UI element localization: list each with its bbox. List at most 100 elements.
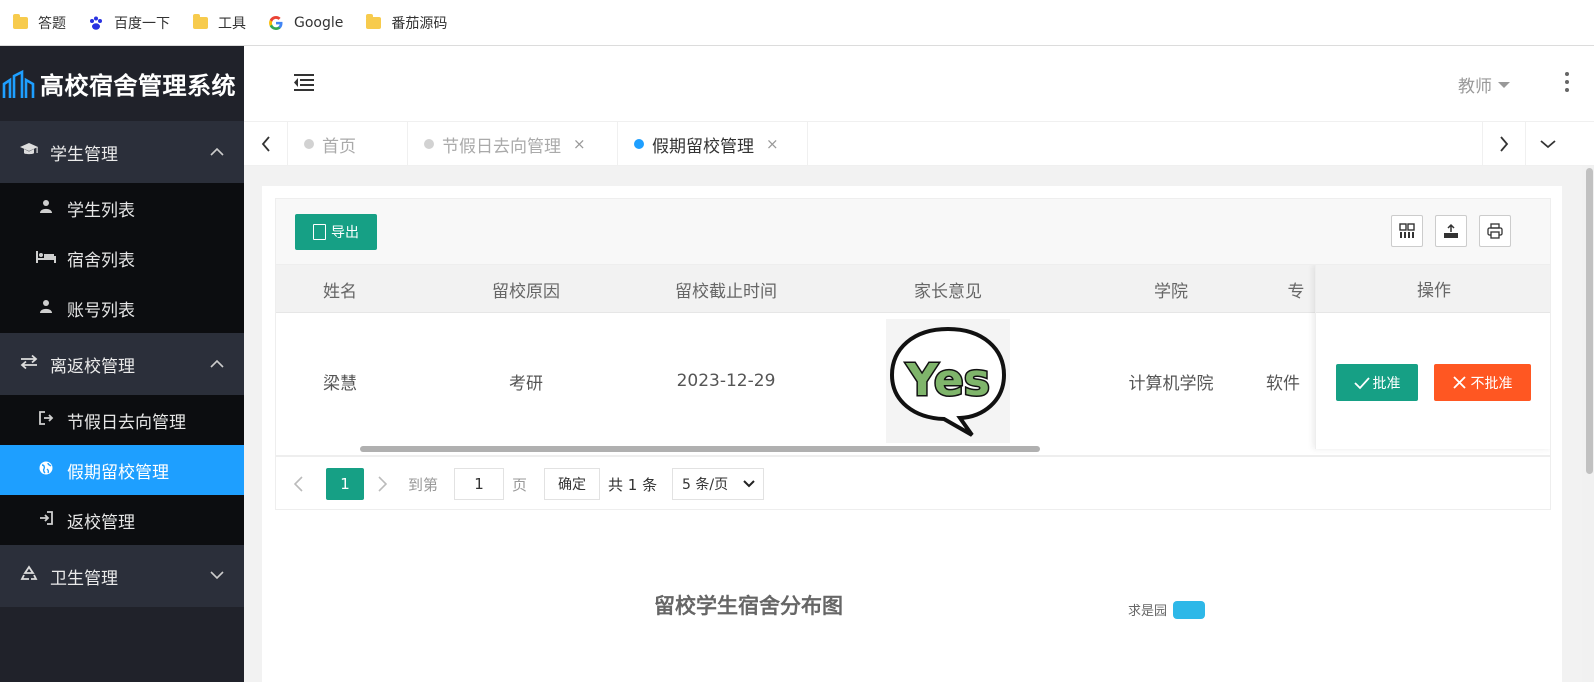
column-header-parent-opinion: 家长意见 [914, 281, 982, 302]
sidebar-item-student-list[interactable]: 学生列表 [0, 183, 244, 233]
approve-label: 批准 [1372, 374, 1401, 391]
tabs-menu-button[interactable] [1526, 122, 1570, 166]
chevron-down-icon [210, 568, 224, 584]
sidebar: 高校宿舍管理系统 学生管理 学生列表 宿舍列表 账号列表 离返校管理 节假日去向… [0, 46, 244, 682]
print-icon [1487, 223, 1503, 239]
cell-parent-opinion: Yes [876, 313, 1020, 449]
reject-label: 不批准 [1470, 374, 1513, 391]
bookmark-label: 工具 [218, 15, 246, 32]
goto-label: 到第 [408, 475, 439, 494]
baidu-icon [88, 15, 104, 31]
cell-name: 梁慧 [323, 373, 357, 394]
bookmark-label: 番茄源码 [391, 15, 448, 32]
sidebar-item-label: 假期留校管理 [67, 462, 169, 483]
next-page-button[interactable] [378, 457, 387, 511]
approve-button[interactable]: 批准 [1336, 364, 1418, 401]
sidebar-item-label: 账号列表 [67, 300, 135, 321]
column-header-college: 学院 [1154, 281, 1188, 302]
print-button[interactable] [1479, 215, 1511, 247]
page-scrollbar-thumb[interactable] [1586, 168, 1593, 474]
legend-swatch [1173, 600, 1206, 619]
column-header-reason: 留校原因 [492, 281, 560, 302]
sign-out-icon [36, 411, 56, 429]
menu-group-student[interactable]: 学生管理 [0, 121, 244, 183]
menu-group-hygiene[interactable]: 卫生管理 [0, 545, 244, 607]
bookmark-label: 答题 [38, 15, 66, 32]
tab-dot [424, 139, 434, 149]
bookmark-dati[interactable]: 答题 [12, 13, 66, 33]
sidebar-item-holiday-stay[interactable]: 假期留校管理 [0, 445, 244, 495]
user-role-label: 教师 [1458, 77, 1492, 97]
more-vertical-icon[interactable] [1564, 72, 1570, 92]
tab-holiday-destination[interactable]: 节假日去向管理 × [408, 122, 618, 166]
chevron-down-icon [1540, 140, 1556, 149]
legend-label: 求是园 [1128, 604, 1168, 619]
page-size-select[interactable]: 5 条/页 [672, 468, 764, 500]
chevron-right-icon [1500, 136, 1509, 152]
action-column: 操作 批准 不批准 [1315, 265, 1550, 449]
bookmark-tools[interactable]: 工具 [192, 13, 246, 33]
menu-group-leave-return[interactable]: 离返校管理 [0, 333, 244, 395]
prev-page-button[interactable] [294, 457, 303, 511]
bookmark-baidu[interactable]: 百度一下 [88, 13, 170, 33]
bookmark-fanqie[interactable]: 番茄源码 [365, 13, 447, 33]
column-header-actions: 操作 [1316, 265, 1550, 313]
tabs-next-button[interactable] [1482, 122, 1526, 166]
page-unit-label: 页 [512, 475, 528, 494]
tabs-prev-button[interactable] [244, 122, 288, 166]
columns-icon [1399, 223, 1415, 238]
sidebar-item-account-list[interactable]: 账号列表 [0, 283, 244, 333]
export-tool-button[interactable] [1435, 215, 1467, 247]
export-button[interactable]: 导出 [295, 214, 377, 250]
current-page[interactable]: 1 [326, 468, 364, 500]
tab-dot [634, 139, 644, 149]
goto-page-input[interactable] [454, 468, 504, 500]
sidebar-item-label: 节假日去向管理 [67, 412, 186, 433]
chart-legend[interactable]: 求是园 [1128, 600, 1206, 619]
sign-in-icon [36, 511, 56, 529]
bookmark-label: Google [294, 14, 344, 31]
table-horizontal-scrollbar[interactable] [360, 446, 1040, 452]
app-title: 高校宿舍管理系统 [40, 72, 236, 100]
folder-icon [365, 13, 381, 31]
parent-opinion-image[interactable]: Yes [886, 319, 1010, 443]
chevron-left-icon [294, 476, 303, 492]
submenu-leave-return: 节假日去向管理 假期留校管理 返校管理 [0, 395, 244, 545]
reject-button[interactable]: 不批准 [1434, 364, 1531, 401]
page-size-value: 5 条/页 [682, 477, 729, 493]
sidebar-item-label: 学生列表 [67, 200, 135, 221]
caret-down-icon [1498, 81, 1510, 88]
user-icon [36, 199, 56, 217]
sidebar-item-dorm-list[interactable]: 宿舍列表 [0, 233, 244, 283]
menu-group-label: 学生管理 [50, 144, 118, 165]
chevron-up-icon [210, 356, 224, 372]
cell-major: 软件 [1266, 373, 1300, 394]
cell-deadline: 2023-12-29 [676, 371, 776, 391]
chevron-down-icon [743, 477, 755, 492]
goto-confirm-button[interactable]: 确定 [544, 468, 600, 500]
user-menu[interactable]: 教师 [1458, 72, 1510, 97]
close-icon[interactable]: × [573, 135, 586, 153]
export-label: 导出 [331, 224, 359, 240]
tabs-bar: 首页 节假日去向管理 × 假期留校管理 × [244, 122, 1594, 166]
tab-holiday-stay[interactable]: 假期留校管理 × [618, 122, 808, 166]
cell-college: 计算机学院 [1128, 373, 1214, 394]
close-icon[interactable]: × [766, 135, 779, 153]
sidebar-item-return-school[interactable]: 返校管理 [0, 495, 244, 545]
bed-icon [36, 249, 56, 267]
chevron-right-icon [378, 476, 387, 492]
globe-icon [36, 461, 56, 479]
tab-dot [304, 139, 314, 149]
sidebar-item-label: 宿舍列表 [67, 250, 135, 271]
bookmark-label: 百度一下 [114, 15, 170, 32]
columns-filter-button[interactable] [1391, 215, 1423, 247]
bookmark-google[interactable]: Google [268, 15, 343, 31]
table-toolbar: 导出 [275, 198, 1551, 264]
menu-toggle-icon[interactable] [294, 74, 314, 92]
folder-icon [192, 13, 208, 31]
tab-home[interactable]: 首页 [288, 122, 408, 166]
app-logo[interactable]: 高校宿舍管理系统 [0, 46, 244, 121]
chevron-up-icon [210, 144, 224, 160]
sidebar-item-holiday-destination[interactable]: 节假日去向管理 [0, 395, 244, 445]
tab-label: 假期留校管理 [652, 136, 754, 157]
